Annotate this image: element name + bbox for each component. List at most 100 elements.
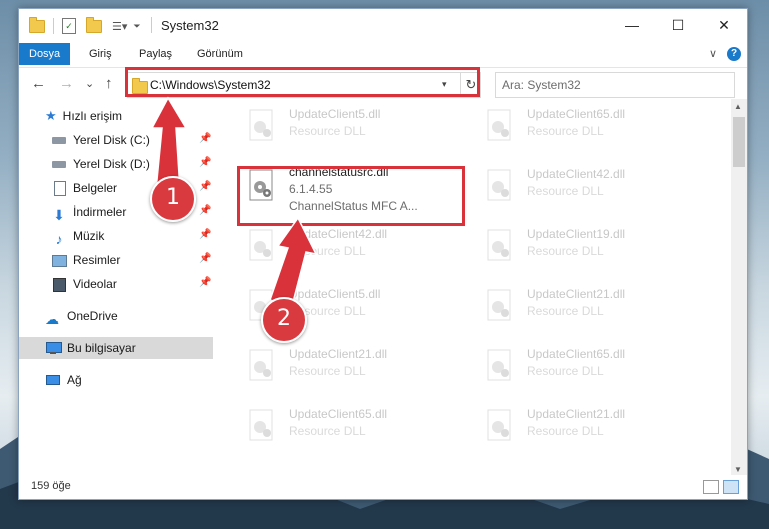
file-name: UpdateClient42.dll (527, 167, 626, 181)
large-icons-view-icon[interactable] (723, 480, 739, 494)
title-bar: ✓ ☰▾ ⏷ System32 — ☐ ✕ (19, 9, 747, 43)
folder-icon (29, 16, 45, 33)
music-icon: ♪ (55, 231, 63, 247)
nav-item-disk-d[interactable]: Yerel Disk (D:) (51, 153, 150, 175)
vertical-scrollbar[interactable]: ▲ ▼ (731, 99, 747, 479)
file-name: UpdateClient21.dll (289, 347, 388, 361)
file-item[interactable]: UpdateClient42.dll Resource DLL (479, 163, 707, 215)
downloads-icon: ⬇ (53, 207, 65, 223)
dll-file-icon (249, 409, 273, 441)
file-name: UpdateClient19.dll (527, 227, 626, 241)
scrollbar-thumb[interactable] (733, 117, 745, 167)
up-button[interactable]: ↑ (105, 75, 113, 92)
tab-view[interactable]: Görünüm (187, 43, 253, 65)
nav-this-pc[interactable]: Bu bilgisayar (19, 337, 213, 359)
file-name: UpdateClient65.dll (527, 347, 626, 361)
step-2-badge: 2 (261, 297, 307, 343)
file-item[interactable]: UpdateClient21.dll Resource DLL (479, 403, 707, 455)
file-name: UpdateClient21.dll (527, 287, 626, 301)
tab-file[interactable]: Dosya (19, 43, 71, 65)
file-name: UpdateClient65.dll (289, 407, 388, 421)
dll-file-icon (249, 349, 273, 381)
address-bar-highlight (125, 67, 480, 97)
nav-quick-access[interactable]: ★ Hızlı erişim (45, 105, 122, 127)
network-icon (45, 372, 61, 388)
close-button[interactable]: ✕ (701, 9, 747, 41)
search-input[interactable]: Ara: System32 (495, 72, 735, 98)
nav-onedrive[interactable]: ☁ OneDrive (45, 305, 118, 327)
file-description: Resource DLL (527, 244, 604, 258)
dll-file-icon (487, 409, 511, 441)
help-icon[interactable]: ? (727, 47, 741, 61)
details-view-icon[interactable] (703, 480, 719, 494)
nav-item-music[interactable]: ♪ Müzik (51, 225, 105, 247)
dll-file-icon (487, 109, 511, 141)
file-description: Resource DLL (289, 364, 366, 378)
minimize-button[interactable]: — (609, 9, 655, 41)
file-item[interactable]: UpdateClient65.dll Resource DLL (479, 103, 707, 155)
properties-icon[interactable]: ✓ (62, 18, 76, 34)
file-highlight (237, 166, 465, 226)
pin-icon[interactable]: 📌 (199, 253, 211, 264)
nav-item-pictures[interactable]: Resimler (51, 249, 120, 271)
file-item[interactable]: UpdateClient65.dll Resource DLL (241, 403, 469, 455)
nav-item-label: Bu bilgisayar (67, 341, 136, 355)
ribbon-tabs: Dosya Giriş Paylaş Görünüm ∨ ? (19, 43, 747, 67)
pin-icon[interactable]: 📌 (199, 133, 211, 144)
pin-icon[interactable]: 📌 (199, 229, 211, 240)
file-item[interactable]: UpdateClient5.dll Resource DLL (241, 103, 469, 155)
nav-item-disk-c[interactable]: Yerel Disk (C:) (51, 129, 150, 151)
file-item[interactable]: UpdateClient21.dll Resource DLL (479, 283, 707, 335)
new-folder-icon[interactable] (86, 16, 102, 33)
toolbar-divider (53, 18, 54, 34)
dll-file-icon (249, 109, 273, 141)
tab-home[interactable]: Giriş (79, 43, 122, 65)
file-description: Resource DLL (289, 424, 366, 438)
pin-icon[interactable]: 📌 (199, 181, 211, 192)
view-options-icon[interactable]: ☰▾ (112, 20, 127, 33)
customize-toolbar-icon[interactable]: ⏷ (133, 21, 140, 32)
cloud-icon: ☁ (45, 311, 59, 327)
file-description: Resource DLL (527, 364, 604, 378)
back-button[interactable]: ← (31, 75, 46, 92)
documents-icon (51, 180, 67, 196)
computer-icon (45, 340, 62, 356)
pin-icon[interactable]: 📌 (199, 157, 211, 168)
nav-network[interactable]: Ağ (45, 369, 82, 391)
window-title: System32 (161, 18, 219, 33)
nav-item-label: OneDrive (67, 309, 118, 323)
quick-access-toolbar: ✓ ☰▾ ⏷ (29, 16, 141, 35)
nav-item-videos[interactable]: Videolar (51, 273, 117, 295)
file-item[interactable]: UpdateClient42.dll Resource DLL (241, 223, 469, 275)
pictures-icon (51, 252, 67, 268)
maximize-button[interactable]: ☐ (655, 9, 701, 41)
pin-icon[interactable]: 📌 (199, 205, 211, 216)
dll-file-icon (487, 169, 511, 201)
forward-button[interactable]: → (59, 75, 74, 92)
file-item[interactable]: UpdateClient19.dll Resource DLL (479, 223, 707, 275)
file-item[interactable]: UpdateClient65.dll Resource DLL (479, 343, 707, 395)
file-description: Resource DLL (289, 244, 366, 258)
scroll-down-icon[interactable]: ▼ (734, 465, 742, 474)
nav-item-documents[interactable]: Belgeler (51, 177, 117, 199)
recent-locations-button[interactable]: ⌄ (85, 77, 94, 90)
dll-file-icon (249, 229, 273, 261)
nav-item-label: Müzik (73, 229, 105, 243)
tab-share[interactable]: Paylaş (129, 43, 182, 65)
drive-icon (51, 132, 67, 148)
nav-item-label: İndirmeler (73, 205, 127, 219)
file-name: UpdateClient5.dll (289, 107, 381, 121)
file-description: Resource DLL (527, 184, 604, 198)
item-count: 159 öğe (31, 480, 71, 492)
nav-item-label: Resimler (73, 253, 121, 267)
file-description: Resource DLL (527, 424, 604, 438)
scroll-up-icon[interactable]: ▲ (734, 102, 742, 111)
ribbon-collapse-icon[interactable]: ∨ (709, 47, 717, 60)
nav-item-label: Ağ (67, 373, 82, 387)
nav-item-downloads[interactable]: ⬇ İndirmeler (51, 201, 126, 223)
file-name: UpdateClient42.dll (289, 227, 388, 241)
pin-icon[interactable]: 📌 (199, 277, 211, 288)
search-placeholder: Ara: System32 (502, 78, 581, 92)
status-bar: 159 öğe (19, 475, 747, 499)
file-item[interactable]: UpdateClient21.dll Resource DLL (241, 343, 469, 395)
